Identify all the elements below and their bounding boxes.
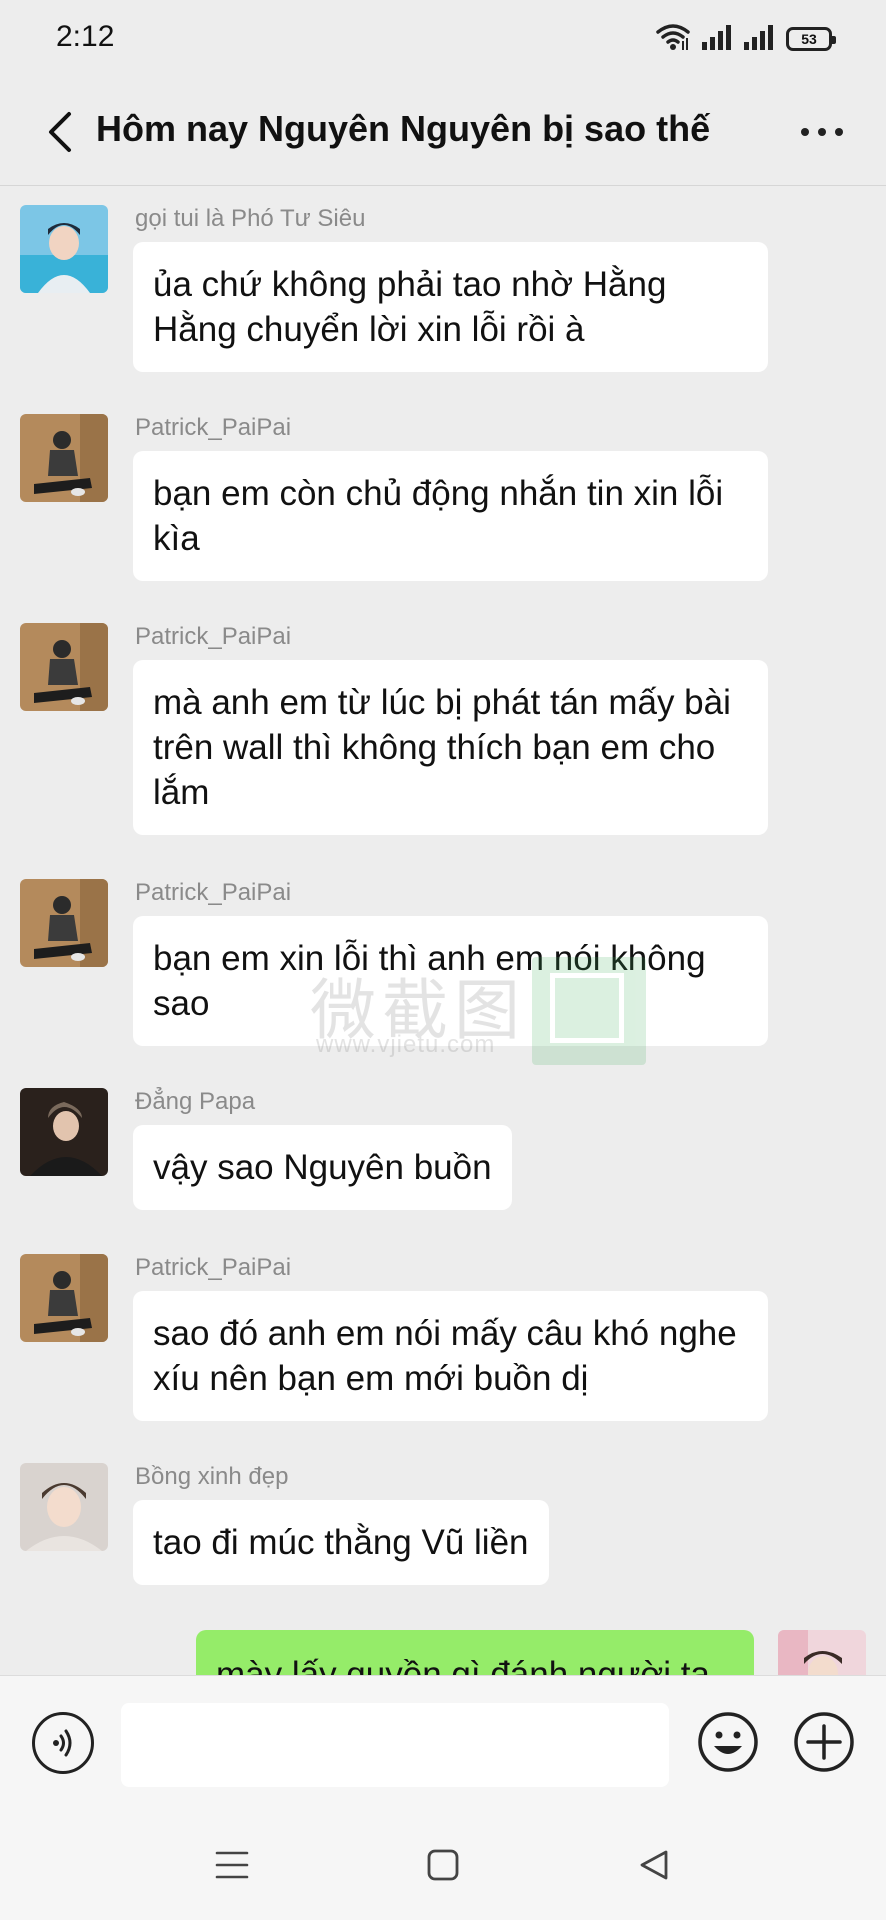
sender-name: Patrick_PaiPai [135, 623, 292, 650]
avatar[interactable] [20, 414, 108, 502]
square-icon [427, 1849, 459, 1881]
menu-button[interactable] [210, 1843, 254, 1887]
sender-name: Patrick_PaiPai [135, 879, 292, 906]
menu-icon [215, 1851, 249, 1879]
message-bubble[interactable]: bạn em còn chủ động nhắn tin xin lỗi kìa [133, 451, 768, 581]
avatar[interactable] [20, 623, 108, 711]
status-time: 2:12 [56, 20, 115, 53]
signal-icon [744, 24, 774, 55]
back-button[interactable] [30, 102, 90, 162]
chat-header: Hôm nay Nguyên Nguyên bị sao thế [0, 78, 886, 186]
message-bubble[interactable]: tao đi múc thằng Vũ liền [133, 1500, 549, 1585]
voice-button[interactable] [32, 1712, 94, 1774]
sender-name: Đẳng Papa [135, 1088, 256, 1115]
message-bubble[interactable]: mà anh em từ lúc bị phát tán mấy bài trê… [133, 660, 768, 835]
message-bubble[interactable]: ủa chứ không phải tao nhờ Hằng Hằng chuy… [133, 242, 768, 372]
status-bar: 2:12 53 [0, 0, 886, 78]
sender-name: gọi tui là Phó Tư Siêu [135, 205, 366, 232]
message-bubble[interactable]: sao đó anh em nói mấy câu khó nghe xíu n… [133, 1291, 768, 1421]
avatar[interactable] [20, 1463, 108, 1551]
input-bar [0, 1675, 886, 1813]
page-title: Hôm nay Nguyên Nguyên bị sao thế [96, 108, 711, 149]
system-nav-bar [0, 1813, 886, 1920]
emoji-button[interactable] [696, 1710, 760, 1774]
chat-list[interactable]: gọi tui là Phó Tư Siêu ủa chứ không phải… [0, 187, 886, 1675]
signal-icon [702, 24, 732, 55]
nav-back-button[interactable] [632, 1843, 676, 1887]
plus-circle-icon [794, 1712, 854, 1772]
more-button[interactable] [790, 110, 854, 154]
sender-name: Bồng xinh đẹp [135, 1463, 289, 1490]
home-button[interactable] [421, 1843, 465, 1887]
outgoing-message-bubble[interactable]: mày lấy quyền gì đánh người ta [196, 1630, 754, 1675]
avatar[interactable] [20, 1254, 108, 1342]
battery-icon: 53 [786, 27, 836, 51]
avatar[interactable] [20, 205, 108, 293]
message-bubble[interactable]: vậy sao Nguyên buồn [133, 1125, 512, 1210]
self-avatar[interactable] [778, 1630, 866, 1675]
status-icons: 53 [656, 23, 836, 56]
message-bubble[interactable]: bạn em xin lỗi thì anh em nói không sao [133, 916, 768, 1046]
triangle-back-icon [640, 1850, 668, 1880]
emoji-icon [698, 1712, 758, 1772]
sender-name: Patrick_PaiPai [135, 1254, 292, 1281]
voice-icon [53, 1729, 72, 1757]
add-button[interactable] [792, 1710, 856, 1774]
sender-name: Patrick_PaiPai [135, 414, 292, 441]
chevron-left-icon [49, 112, 71, 152]
message-input[interactable] [121, 1703, 669, 1787]
avatar[interactable] [20, 879, 108, 967]
more-horizontal-icon [801, 128, 809, 136]
avatar[interactable] [20, 1088, 108, 1176]
wifi-icon [656, 23, 690, 56]
